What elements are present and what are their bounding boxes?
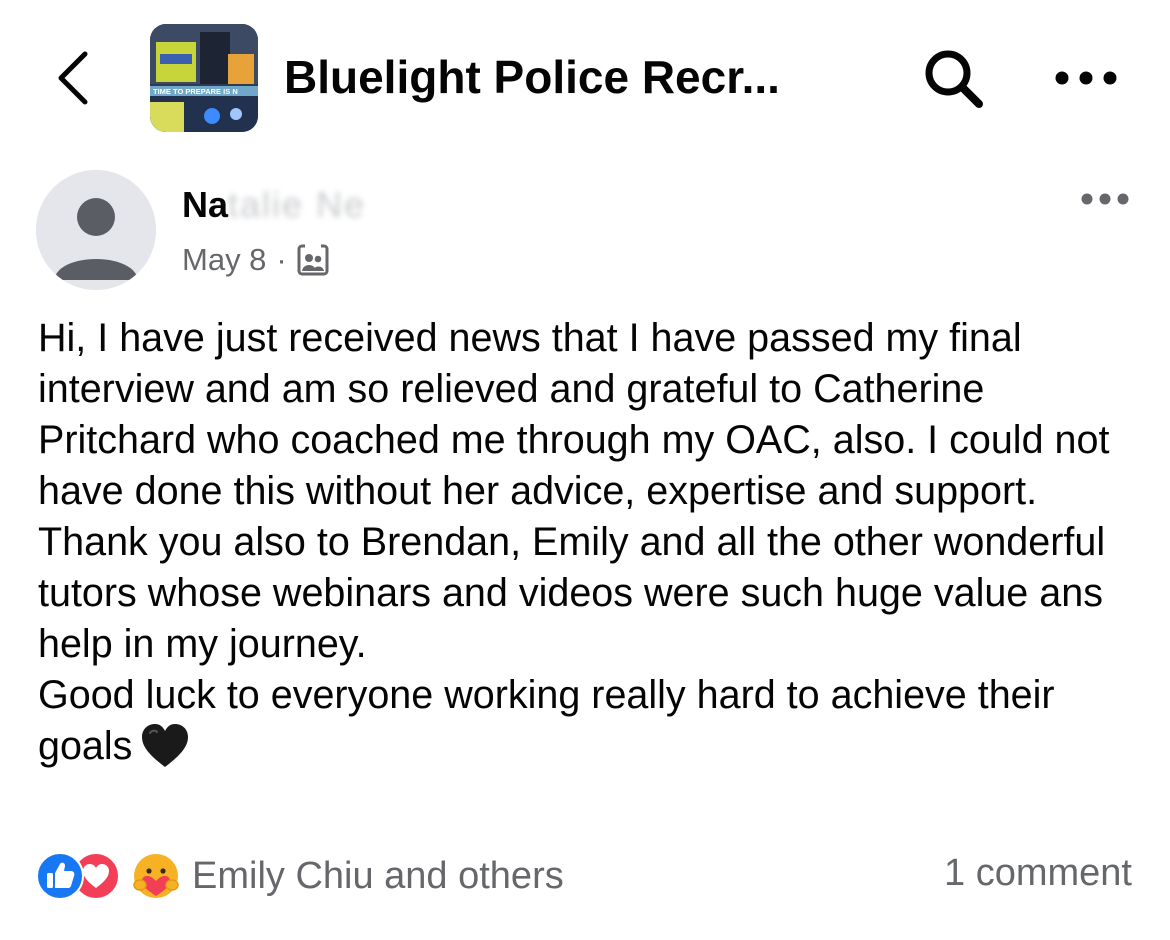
search-icon [925, 50, 983, 108]
group-more-options-button[interactable] [1048, 56, 1124, 100]
more-horizontal-icon [1055, 71, 1117, 85]
author-name-visible: Na [182, 184, 229, 225]
post-paragraph: Thank you also to Brendan, Emily and all… [38, 520, 1106, 666]
like-reaction-icon [36, 852, 84, 900]
post-body: Hi, I have just received news that I hav… [38, 313, 1148, 782]
default-profile-icon [36, 170, 156, 290]
post-paragraph: Good luck to everyone working really har… [38, 670, 1148, 782]
post-more-options-button[interactable] [1072, 184, 1138, 214]
post-meta: May 8 · [182, 240, 329, 280]
reactions-text[interactable]: Emily Chiu and others [192, 855, 564, 898]
post-paragraph-text: Good luck to everyone working really har… [38, 673, 1055, 768]
reactions-summary[interactable]: Emily Chiu and others [36, 848, 564, 904]
group-thumbnail[interactable]: TIME TO PREPARE IS N [150, 24, 258, 132]
back-button[interactable] [44, 46, 100, 110]
comments-count-link[interactable]: 1 comment [920, 852, 1132, 895]
group-title[interactable]: Bluelight Police Recr... [284, 48, 844, 106]
meta-separator: · [276, 242, 287, 277]
reaction-icons [36, 850, 186, 902]
chevron-left-icon [58, 51, 88, 105]
author-avatar[interactable] [36, 170, 156, 290]
search-button[interactable] [918, 44, 990, 114]
thumbnail-banner-text: TIME TO PREPARE IS N [153, 87, 238, 96]
black-heart-emoji [140, 723, 190, 782]
more-horizontal-icon [1081, 193, 1129, 205]
group-members-icon [297, 244, 329, 276]
author-name-obscured: talie Ne [228, 184, 367, 225]
post-paragraph: Hi, I have just received news that I hav… [38, 316, 1110, 513]
author-name[interactable]: Natalie Ne [182, 182, 366, 228]
care-reaction-icon [132, 852, 180, 900]
group-header: TIME TO PREPARE IS N Bluelight Police Re… [0, 0, 1170, 150]
post-date[interactable]: May 8 [182, 242, 266, 278]
